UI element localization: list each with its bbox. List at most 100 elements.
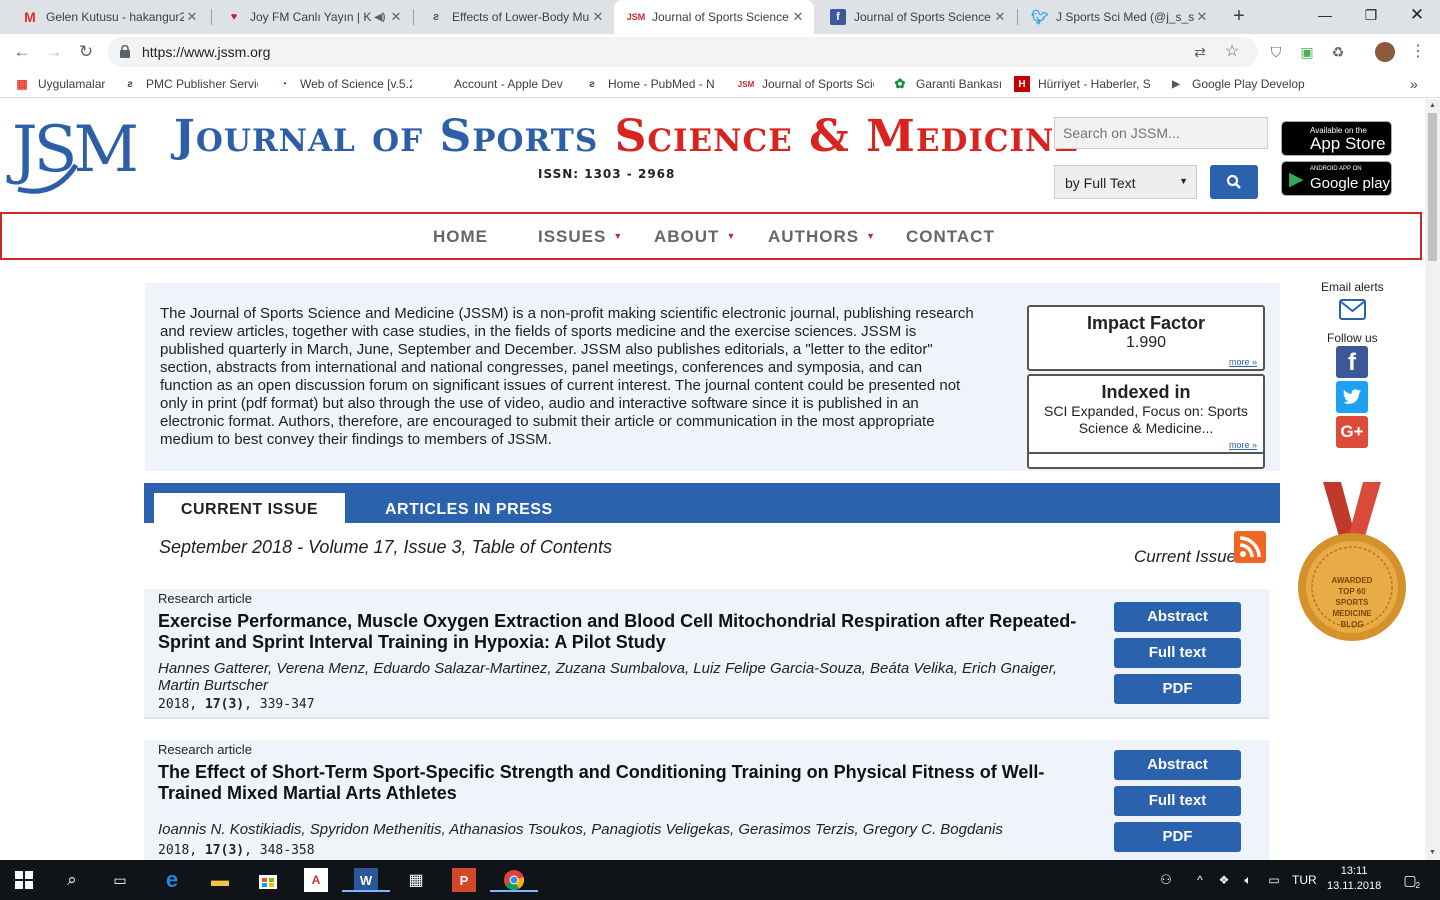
nav-issues[interactable]: ISSUES ▼ (538, 227, 623, 247)
site-search-input[interactable] (1054, 117, 1268, 149)
file-explorer-icon[interactable]: ▬ (208, 868, 232, 892)
input-language[interactable]: TUR (1292, 873, 1317, 887)
app-store-badge[interactable]: Available on the App Store (1281, 121, 1392, 156)
jssm-icon: JSM (626, 12, 646, 22)
close-tab-icon[interactable]: ✕ (992, 9, 1008, 25)
powerpoint-icon[interactable]: P (452, 868, 476, 892)
article-type: Research article (158, 742, 252, 757)
article-title[interactable]: Exercise Performance, Muscle Oxygen Extr… (158, 611, 1088, 653)
browser-tab-facebook[interactable]: f Journal of Sports Science ✕ (816, 0, 1016, 34)
scrollbar-thumb[interactable] (1428, 113, 1437, 261)
page-scrollbar[interactable]: ▲ ▼ (1425, 99, 1440, 860)
nav-authors[interactable]: AUTHORS ▼ (768, 227, 876, 247)
search-icon[interactable]: ⌕ (60, 868, 84, 892)
rss-feed-icon[interactable] (1234, 531, 1266, 563)
nav-contact[interactable]: CONTACT (906, 227, 995, 247)
restore-window-button[interactable]: ❐ (1348, 0, 1394, 30)
bookmark-star-icon[interactable]: ☆ (1222, 42, 1242, 62)
browser-tab-jssm-active[interactable]: JSM Journal of Sports Science ✕ (614, 0, 814, 34)
more-bookmarks-icon[interactable]: » (1410, 75, 1424, 93)
calculator-icon[interactable]: ▦ (404, 868, 428, 892)
new-tab-button[interactable]: + (1228, 5, 1250, 27)
bookmark-hurriyet[interactable]: H Hürriyet - Haberler, S (1014, 75, 1150, 93)
notifications-icon[interactable]: ▢ 2 (1398, 868, 1422, 892)
close-tab-icon[interactable]: ✕ (790, 9, 806, 25)
bookmark-apple[interactable]: Account - Apple Dev (430, 75, 566, 93)
google-play-badge[interactable]: ▶ ANDROID APP ON Google play (1281, 161, 1392, 196)
impact-factor-more-link[interactable]: more » (1229, 357, 1257, 367)
close-tab-icon[interactable]: ✕ (1194, 9, 1210, 25)
scroll-down-arrow-icon[interactable]: ▼ (1425, 846, 1440, 860)
bookmark-pubmed[interactable]: ƨ Home - PubMed - N (584, 75, 720, 93)
chevron-down-icon: ▼ (1179, 176, 1188, 186)
search-scope-select[interactable]: by Full Text ▼ (1054, 165, 1197, 199)
twitter-icon[interactable] (1336, 381, 1368, 413)
browser-tab-gmail[interactable]: M Gelen Kutusu - hakangur2 ✕ (8, 0, 208, 34)
translate-icon[interactable]: ⇄ (1190, 42, 1210, 62)
close-window-button[interactable]: ✕ (1394, 0, 1440, 30)
close-tab-icon[interactable]: ✕ (388, 9, 404, 25)
reload-button[interactable]: ↻ (74, 40, 98, 64)
browser-tab-twitter[interactable]: 🐦︎ J Sports Sci Med (@j_s_s_ ✕ (1018, 0, 1218, 34)
shield-extension-icon[interactable]: ⛉ (1266, 42, 1286, 62)
browser-tab-pubmed[interactable]: ƨ Effects of Lower-Body Mu ✕ (414, 0, 614, 34)
tab-current-issue[interactable]: CURRENT ISSUE (154, 493, 345, 523)
abstract-button[interactable]: Abstract (1114, 602, 1241, 632)
bookmark-pmc[interactable]: ƨ PMC Publisher Servic (122, 75, 258, 93)
full-text-button[interactable]: Full text (1114, 638, 1241, 668)
chrome-icon[interactable] (490, 868, 538, 892)
show-hidden-icons-chevron[interactable]: ^ (1188, 868, 1212, 892)
google-plus-icon[interactable]: G+ (1336, 416, 1368, 448)
browser-tab-joyfm[interactable]: ♥ Joy FM Canlı Yayın | K ◀) ✕ (212, 0, 412, 34)
profile-avatar[interactable] (1375, 42, 1395, 62)
apps-grid-icon: ▦ (16, 77, 28, 91)
close-tab-icon[interactable]: ✕ (590, 9, 606, 25)
search-button[interactable] (1210, 165, 1258, 199)
nav-about[interactable]: ABOUT ▼ (654, 227, 736, 247)
bookmark-garanti[interactable]: ✿ Garanti Bankası (892, 75, 1002, 93)
bookmark-google-play[interactable]: ▶ Google Play Develop (1168, 75, 1308, 93)
bookmark-jssm[interactable]: JSM Journal of Sports Scie (738, 75, 874, 93)
close-tab-icon[interactable]: ✕ (184, 9, 200, 25)
minimize-window-button[interactable]: — (1302, 0, 1348, 30)
indexed-in-card: Indexed in SCI Expanded, Focus on: Sport… (1027, 374, 1265, 454)
web-page: JSM Journal of Sports Science & Medicine… (0, 99, 1425, 860)
abstract-button[interactable]: Abstract (1114, 750, 1241, 780)
badge-text: AWARDED TOP 60 SPORTS MEDICINE BLOG (1331, 576, 1373, 629)
toc-heading: September 2018 - Volume 17, Issue 3, Tab… (159, 537, 612, 557)
audio-playing-icon[interactable]: ◀) (372, 9, 388, 25)
acrobat-icon[interactable]: A (304, 868, 328, 892)
store-icon[interactable] (256, 868, 280, 892)
pdf-button[interactable]: PDF (1114, 674, 1241, 704)
scroll-up-arrow-icon[interactable]: ▲ (1425, 99, 1440, 113)
bookmark-wos[interactable]: ◔ Web of Science [v.5.2 (276, 75, 412, 93)
current-issue-label[interactable]: Current Issue (1134, 547, 1236, 567)
people-icon[interactable]: ⚇ (1154, 868, 1178, 892)
email-alerts-link[interactable] (1339, 299, 1366, 325)
clock[interactable]: 13:11 13.11.2018 (1327, 864, 1381, 894)
extension-icon[interactable]: ▣ (1297, 42, 1317, 62)
address-bar[interactable]: https://www.jssm.org ⇄ ☆ (108, 37, 1258, 67)
indexed-in-more-link[interactable]: more » (1229, 440, 1257, 450)
dropbox-icon[interactable]: ❖ (1212, 868, 1236, 892)
word-icon[interactable]: W (342, 868, 390, 892)
recycle-extension-icon[interactable]: ♻ (1328, 42, 1348, 62)
nav-home[interactable]: HOME (433, 227, 488, 247)
back-button[interactable]: ← (10, 40, 34, 64)
volume-icon[interactable]: 🔈︎ (1236, 868, 1260, 892)
facebook-icon[interactable]: f (1336, 346, 1368, 378)
forward-button[interactable]: → (42, 40, 66, 64)
google-play-icon: ▶ (1289, 169, 1304, 190)
task-view-icon[interactable]: ▭ (108, 868, 132, 892)
edge-browser-icon[interactable]: e (160, 867, 184, 892)
tab-articles-in-press[interactable]: ARTICLES IN PRESS (385, 493, 553, 523)
bookmark-apps[interactable]: ▦ Uygulamalar (14, 75, 114, 93)
menu-kebab-icon[interactable]: ⋮ (1408, 42, 1428, 62)
envelope-icon (1339, 299, 1366, 320)
article-title[interactable]: The Effect of Short-Term Sport-Specific … (158, 762, 1088, 804)
pdf-button[interactable]: PDF (1114, 822, 1241, 852)
bookmarks-bar: ▦ Uygulamalar ƨ PMC Publisher Servic ◔ W… (0, 70, 1440, 98)
network-icon[interactable]: ▭ (1262, 868, 1286, 892)
full-text-button[interactable]: Full text (1114, 786, 1241, 816)
windows-start-icon[interactable] (12, 868, 36, 892)
